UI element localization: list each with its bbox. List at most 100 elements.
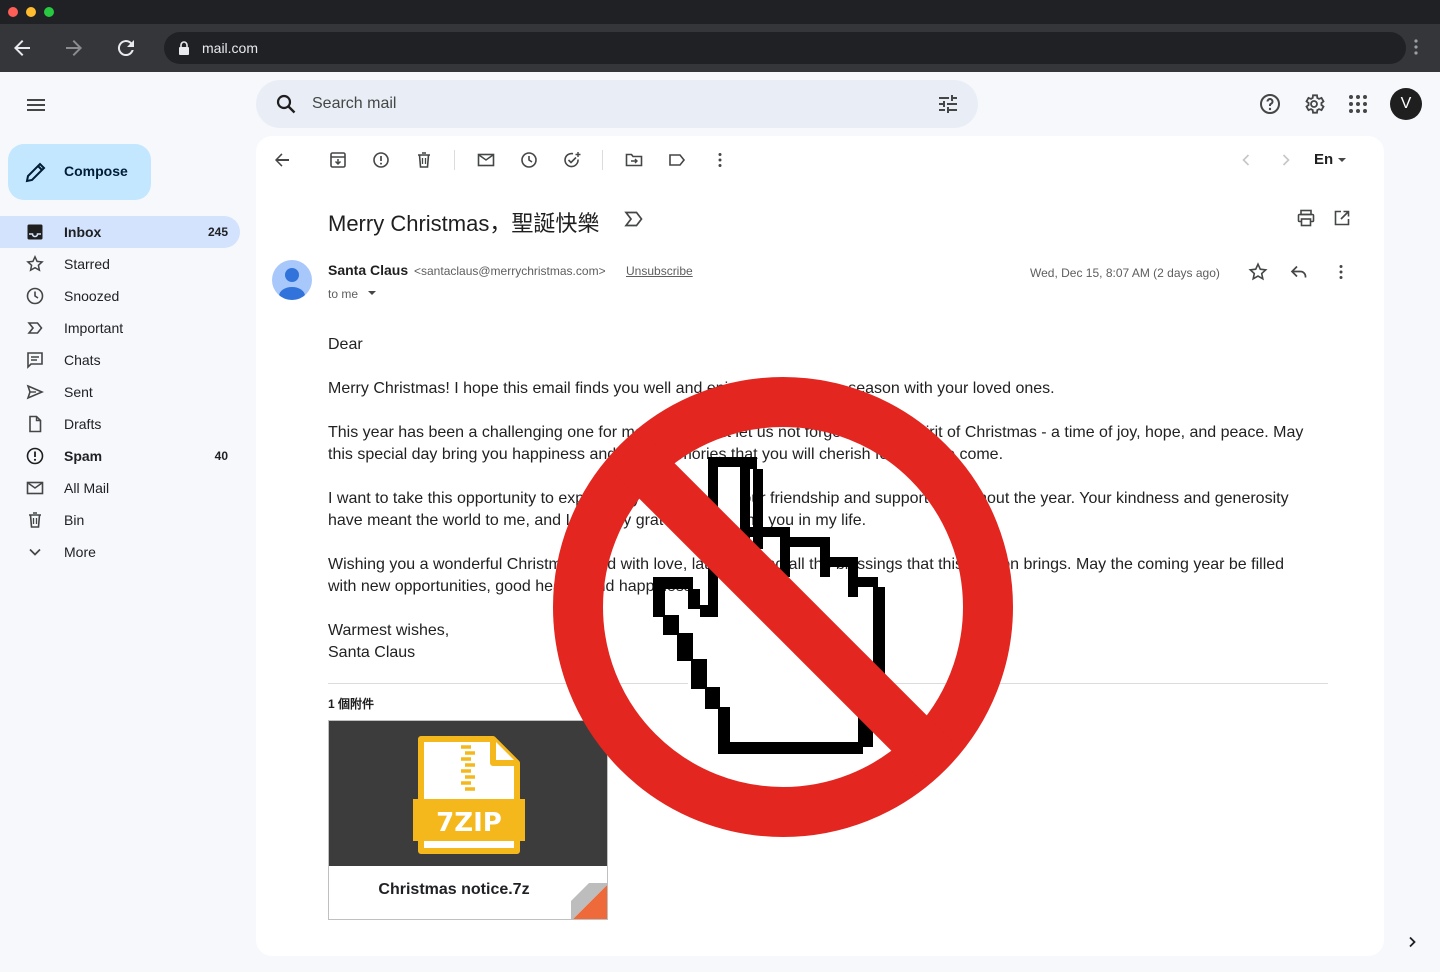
minimize-window-dot[interactable] xyxy=(26,7,36,17)
print-icon[interactable] xyxy=(1296,208,1316,228)
sidebar-item-count: 40 xyxy=(214,449,228,463)
older-chevron-right-icon[interactable] xyxy=(1276,150,1296,170)
unsubscribe-link[interactable]: Unsubscribe xyxy=(626,264,693,278)
maximize-window-dot[interactable] xyxy=(44,7,54,17)
compose-label: Compose xyxy=(64,163,128,179)
attachment-filename: Christmas notice.7z xyxy=(378,881,530,898)
address-bar[interactable]: mail.com xyxy=(164,32,1406,64)
sidebar-item-label: Snoozed xyxy=(64,288,120,304)
email-date: Wed, Dec 15, 8:07 AM (2 days ago) xyxy=(1030,266,1220,280)
archive-icon[interactable] xyxy=(328,150,348,170)
sidebar-item-label: Important xyxy=(64,320,124,336)
attachment-count-label: 1 個附件 xyxy=(328,697,375,711)
back-arrow-icon[interactable] xyxy=(7,33,37,63)
sidebar-item-spam[interactable]: Spam 40 xyxy=(0,440,240,472)
sidebar-item-label: Starred xyxy=(64,256,110,272)
toolbar-divider xyxy=(454,150,455,170)
sender-email: <santaclaus@merrychristmas.com> xyxy=(414,264,606,278)
send-icon xyxy=(26,384,44,400)
star-icon xyxy=(26,255,44,272)
sidebar-item-label: Bin xyxy=(64,512,85,528)
caret-down-icon xyxy=(1338,157,1347,162)
sidebar-item-starred[interactable]: Starred xyxy=(0,248,240,280)
recipient-toggle[interactable]: to me xyxy=(328,287,377,301)
side-panel-chevron-icon[interactable] xyxy=(1404,934,1420,950)
sidebar-item-important[interactable]: Important xyxy=(0,312,240,344)
open-new-window-icon[interactable] xyxy=(1332,208,1352,228)
search-input[interactable] xyxy=(312,92,912,116)
delete-icon[interactable] xyxy=(414,150,434,170)
lock-icon xyxy=(179,41,189,55)
no-click-overlay-icon xyxy=(553,377,1013,837)
sidebar-item-label: More xyxy=(64,544,96,560)
sender-name[interactable]: Santa Claus xyxy=(328,262,408,278)
sidebar-item-label: Sent xyxy=(64,384,93,400)
sidebar-item-count: 245 xyxy=(207,225,228,239)
main-menu-icon[interactable] xyxy=(24,93,48,117)
compose-button[interactable]: Compose xyxy=(8,144,151,200)
back-to-inbox-icon[interactable] xyxy=(272,150,292,170)
sidebar-item-bin[interactable]: Bin xyxy=(0,504,240,536)
language-label: En xyxy=(1314,151,1334,168)
sidebar-item-drafts[interactable]: Drafts xyxy=(0,408,240,440)
label-icon[interactable] xyxy=(667,150,687,170)
star-icon[interactable] xyxy=(1248,262,1268,282)
toolbar-divider xyxy=(602,150,603,170)
pencil-icon xyxy=(25,162,46,183)
sidebar-item-label: Spam xyxy=(64,448,103,464)
browser-toolbar: mail.com xyxy=(0,24,1440,72)
body-paragraph: Dear xyxy=(328,336,363,353)
clock-icon xyxy=(26,287,44,305)
file-type-corner-icon xyxy=(571,883,607,919)
sidebar-item-all-mail[interactable]: All Mail xyxy=(0,472,240,504)
newer-chevron-left-icon[interactable] xyxy=(1236,150,1256,170)
sidebar-item-label: Inbox xyxy=(64,224,102,240)
browser-menu-icon[interactable] xyxy=(1414,38,1418,61)
draft-icon xyxy=(29,415,42,433)
add-task-icon[interactable] xyxy=(562,150,582,170)
search-icon[interactable] xyxy=(274,92,298,116)
browser-titlebar xyxy=(0,0,1440,24)
search-options-icon[interactable] xyxy=(936,92,960,116)
sidebar-item-snoozed[interactable]: Snoozed xyxy=(0,280,240,312)
email-subject: Merry Christmas，聖誕快樂 xyxy=(328,211,600,236)
account-avatar[interactable]: V xyxy=(1390,88,1422,120)
sidebar-item-label: Chats xyxy=(64,352,101,368)
report-spam-icon[interactable] xyxy=(371,150,391,170)
input-tools-button[interactable]: En xyxy=(1314,151,1347,168)
more-options-icon[interactable] xyxy=(710,150,730,170)
inbox-icon xyxy=(27,224,43,240)
search-bar xyxy=(256,80,978,128)
zip-badge-text: 7ZIP xyxy=(436,808,502,838)
important-icon xyxy=(27,322,43,334)
snooze-clock-icon[interactable] xyxy=(519,150,539,170)
help-icon[interactable] xyxy=(1258,92,1282,116)
chevron-down-icon xyxy=(29,548,41,556)
caret-down-icon xyxy=(368,291,377,295)
close-window-dot[interactable] xyxy=(8,7,18,17)
reply-icon[interactable] xyxy=(1289,262,1309,282)
spam-icon xyxy=(26,447,44,465)
mail-icon xyxy=(26,481,44,495)
sidebar-item-label: Drafts xyxy=(64,416,102,432)
sidebar-item-sent[interactable]: Sent xyxy=(0,376,240,408)
sidebar-item-inbox[interactable]: Inbox 245 xyxy=(0,216,240,248)
apps-grid-icon[interactable] xyxy=(1346,92,1370,116)
sidebar-item-label: All Mail xyxy=(64,480,110,496)
mark-unread-icon[interactable] xyxy=(476,150,496,170)
settings-gear-icon[interactable] xyxy=(1302,92,1326,116)
recipient-label: to me xyxy=(328,287,359,301)
sidebar-item-chats[interactable]: Chats xyxy=(0,344,240,376)
sidebar-nav: Inbox 245 Starred Snoozed Important Chat… xyxy=(0,216,256,568)
message-more-icon[interactable] xyxy=(1331,262,1351,282)
url-text: mail.com xyxy=(202,40,259,56)
move-to-folder-icon[interactable] xyxy=(624,150,644,170)
important-marker-icon[interactable] xyxy=(624,210,644,228)
chat-icon xyxy=(27,352,43,369)
trash-icon xyxy=(29,512,41,528)
sidebar-item-more[interactable]: More xyxy=(0,536,240,568)
sender-avatar[interactable] xyxy=(272,260,312,300)
zip-file-icon: 7ZIP xyxy=(413,736,525,854)
forward-arrow-icon[interactable] xyxy=(59,33,89,63)
reload-icon[interactable] xyxy=(111,33,141,63)
